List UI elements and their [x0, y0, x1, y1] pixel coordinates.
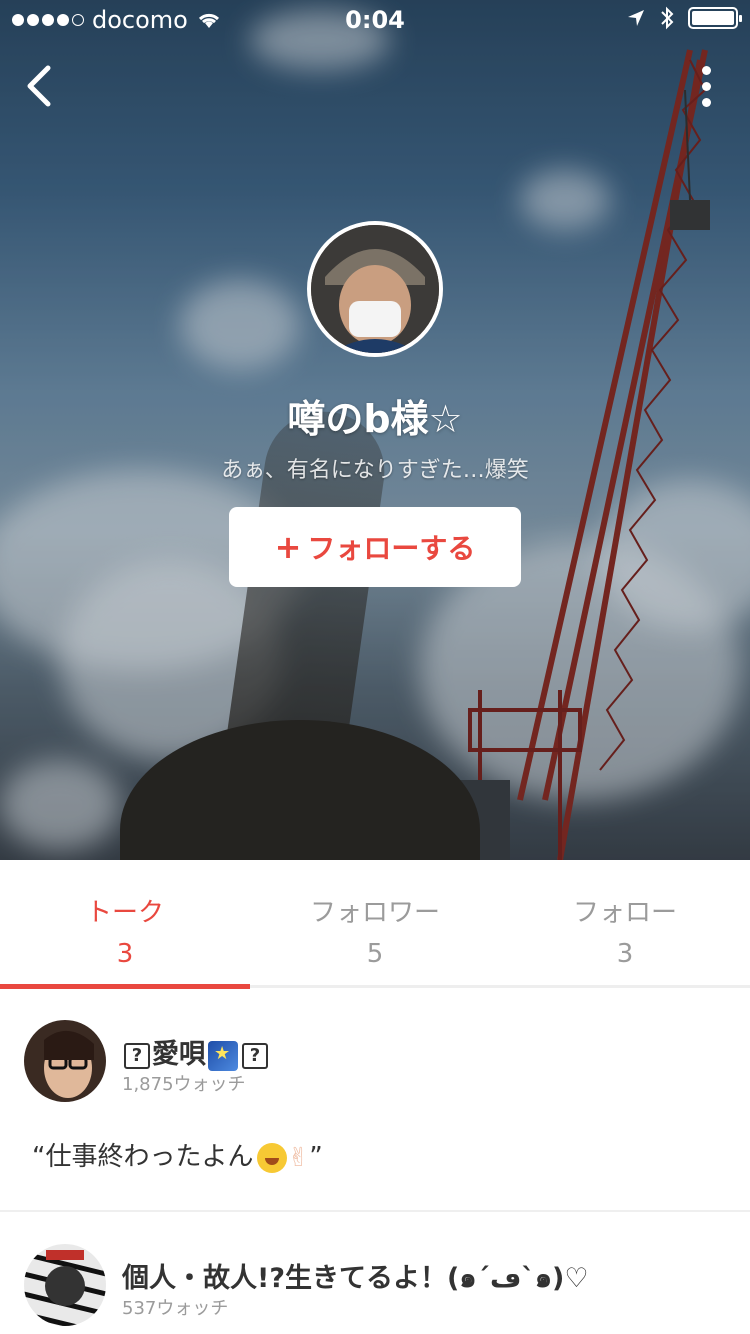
shooting-star-emoji-icon	[208, 1040, 238, 1071]
profile-bio: あぁ、有名になりすぎた…爆笑	[221, 458, 529, 483]
smiley-emoji-icon	[257, 1142, 288, 1173]
follow-button-label: フォローする	[307, 532, 476, 565]
location-arrow-icon	[628, 10, 644, 26]
post-body-text: “仕事終わったよん	[32, 1142, 254, 1172]
follow-button[interactable]: + フォローする	[229, 507, 521, 587]
status-bar: docomo 0:04	[0, 0, 750, 40]
post-author-avatar[interactable]	[24, 1020, 106, 1102]
talk-post[interactable]: 個人・故人!?生きてるよ！(๑´ڡ`๑)♡ 537ウォッチ	[0, 1212, 750, 1334]
talk-post[interactable]: ?愛唄? 1,875ウォッチ “仕事終わったよん✌”	[0, 990, 750, 1210]
post-body: “仕事終わったよん ✌”	[32, 1136, 323, 1173]
post-author-avatar[interactable]	[24, 1244, 106, 1326]
back-button[interactable]	[18, 60, 68, 110]
post-author-avatar-image	[24, 1020, 106, 1102]
chevron-left-icon	[27, 65, 51, 107]
unknown-glyph-icon: ?	[242, 1042, 268, 1069]
post-author-name[interactable]: 個人・故人!?生きてるよ！(๑´ڡ`๑)♡	[122, 1256, 589, 1299]
tab-followers[interactable]: フォロワー 5	[250, 860, 500, 988]
profile-avatar-image	[311, 225, 439, 353]
post-author-name[interactable]: ?愛唄?	[122, 1032, 270, 1071]
tab-following[interactable]: フォロー 3	[500, 860, 750, 988]
vertical-ellipsis-icon	[701, 65, 711, 75]
status-right	[626, 6, 742, 30]
post-author-watch-count: 1,875ウォッチ	[122, 1074, 246, 1095]
active-tab-indicator	[0, 984, 250, 989]
peace-hand-emoji-icon: ✌	[287, 1142, 310, 1173]
profile-tabs: トーク 3 フォロワー 5 フォロー 3	[0, 860, 750, 988]
unknown-glyph-icon: ?	[124, 1042, 150, 1069]
plus-icon: +	[274, 528, 302, 566]
profile-avatar[interactable]	[307, 221, 443, 357]
tab-talk[interactable]: トーク 3	[0, 860, 250, 988]
post-body-close-quote: ”	[309, 1142, 323, 1172]
battery-icon	[688, 7, 742, 29]
tab-label: トーク	[85, 898, 164, 928]
post-author-name-text: 愛唄	[152, 1039, 206, 1070]
tab-count: 5	[366, 939, 384, 969]
post-author-watch-count: 537ウォッチ	[122, 1298, 229, 1319]
tab-count: 3	[616, 939, 634, 969]
bluetooth-icon	[661, 6, 674, 30]
tab-count: 3	[116, 939, 134, 969]
tab-label: フォロワー	[309, 898, 440, 928]
post-author-avatar-image	[24, 1244, 106, 1326]
profile-name: 噂のb様☆	[287, 397, 463, 441]
more-options-button[interactable]	[690, 58, 722, 114]
tab-label: フォロー	[572, 898, 677, 928]
